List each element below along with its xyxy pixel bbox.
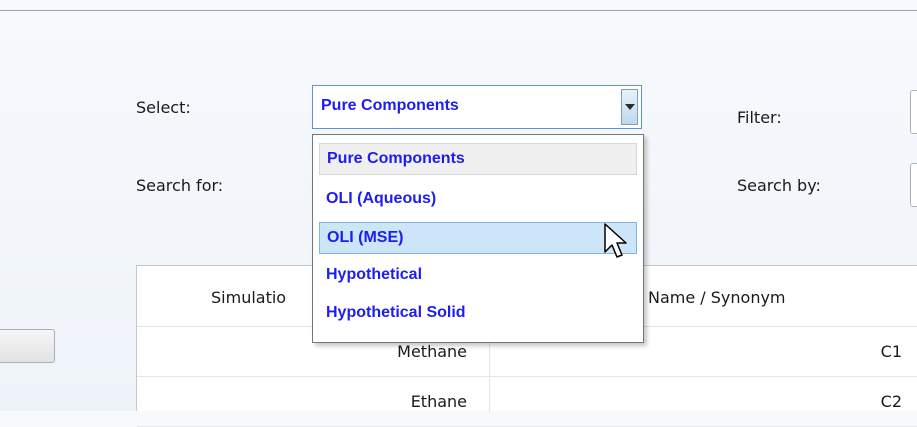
option-hypothetical-solid[interactable]: Hypothetical Solid: [319, 297, 637, 329]
select-label: Select:: [136, 98, 191, 117]
filter-input[interactable]: [910, 90, 917, 134]
table-cell-simulation: Ethane: [410, 392, 467, 411]
option-oli-mse[interactable]: OLI (MSE): [319, 222, 637, 254]
option-pure-components[interactable]: Pure Components: [319, 143, 637, 175]
dropdown-button[interactable]: [621, 89, 638, 125]
option-oli-aqueous[interactable]: OLI (Aqueous): [319, 183, 637, 215]
table-cell-formula: C1: [880, 342, 902, 361]
search-for-label: Search for:: [136, 176, 224, 195]
table-cell-formula: C2: [880, 392, 902, 411]
chevron-down-icon: [625, 104, 635, 110]
filter-label: Filter:: [737, 108, 782, 127]
component-type-select[interactable]: Pure Components: [312, 85, 642, 129]
top-divider: [0, 10, 917, 11]
search-by-select[interactable]: [910, 163, 917, 207]
column-header-name-synonym[interactable]: Name / Synonym: [648, 288, 786, 307]
select-value: Pure Components: [321, 97, 459, 114]
search-by-label: Search by:: [737, 176, 821, 195]
side-button[interactable]: [0, 329, 55, 363]
table-row[interactable]: Ethane C2: [137, 376, 917, 427]
select-dropdown-list: Pure Components OLI (Aqueous) OLI (MSE) …: [312, 134, 644, 343]
column-header-simulation[interactable]: Simulatio: [211, 288, 286, 307]
mouse-pointer-icon: [604, 223, 627, 258]
table-cell-simulation: Methane: [397, 342, 467, 361]
option-hypothetical[interactable]: Hypothetical: [319, 259, 637, 291]
